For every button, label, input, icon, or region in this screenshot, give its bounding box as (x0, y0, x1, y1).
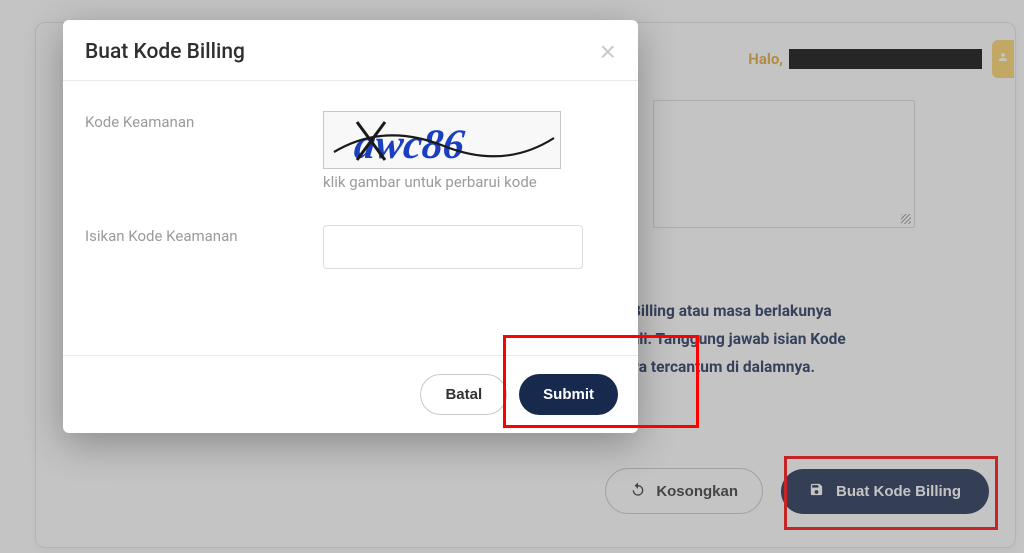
captcha-hint: klik gambar untuk perbarui kode (323, 173, 561, 191)
captcha-input[interactable] (323, 225, 583, 269)
modal-body: Kode Keamanan awc86 klik gambar untuk pe… (63, 81, 638, 355)
submit-label: Submit (543, 386, 594, 403)
kode-keamanan-label: Kode Keamanan (85, 111, 323, 131)
close-button[interactable]: × (600, 38, 616, 66)
modal-title: Buat Kode Billing (85, 40, 245, 64)
captcha-image[interactable]: awc86 (323, 111, 561, 169)
modal-header: Buat Kode Billing × (63, 20, 638, 81)
batal-label: Batal (445, 386, 482, 403)
captcha-container: awc86 klik gambar untuk perbarui kode (323, 111, 561, 191)
captcha-input-row: Isikan Kode Keamanan (85, 225, 616, 269)
captcha-row: Kode Keamanan awc86 klik gambar untuk pe… (85, 111, 616, 191)
close-icon: × (600, 36, 616, 67)
buat-kode-billing-modal: Buat Kode Billing × Kode Keamanan awc86 … (63, 20, 638, 433)
cancel-button[interactable]: Batal (420, 374, 507, 415)
isikan-kode-label: Isikan Kode Keamanan (85, 225, 323, 245)
modal-footer: Batal Submit (63, 355, 638, 433)
submit-button[interactable]: Submit (519, 374, 618, 415)
